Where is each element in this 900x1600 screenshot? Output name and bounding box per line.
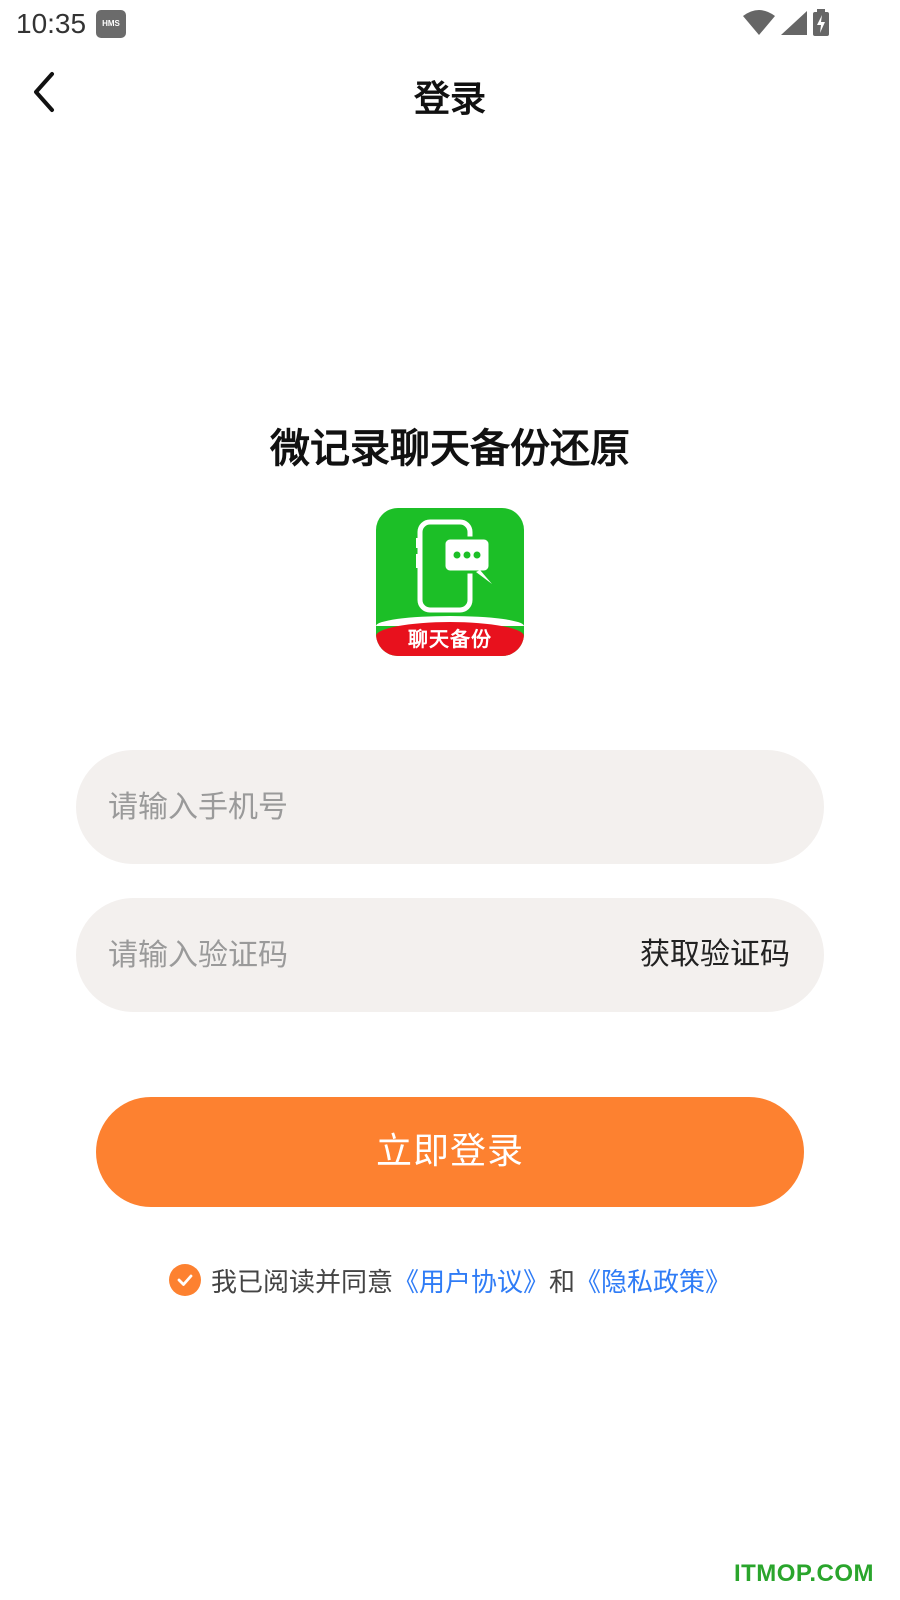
phone-field [76,750,824,864]
verification-code-input[interactable] [108,898,578,1012]
status-bar: 10:35 HMS [0,0,900,48]
get-code-button[interactable]: 获取验证码 [640,898,790,1012]
watermark: ITMOP.COM [733,1560,874,1587]
agreement-prefix: 我已阅读并同意 [210,1267,393,1298]
cellular-signal-icon [781,11,807,35]
app-logo: 聊天备份 [376,508,524,656]
login-button[interactable]: 立即登录 [96,1097,804,1207]
agreement-row: 我已阅读并同意 《用户协议》 和 《隐私政策》 [0,1258,900,1302]
hms-badge: HMS [96,10,126,38]
page-title: 登录 [413,79,486,120]
agree-checkbox[interactable] [168,1264,201,1296]
wifi-icon [743,10,775,35]
code-field: 获取验证码 [76,898,824,1012]
status-time: 10:35 [16,8,87,39]
nav-bar: 登录 [0,56,900,128]
agreement-and: 和 [549,1267,576,1298]
logo-band-label: 聊天备份 [376,622,524,656]
status-icons [742,8,830,38]
user-agreement-link[interactable]: 《用户协议》 [393,1262,549,1299]
checkmark-icon [177,1274,193,1286]
app-name: 微记录聊天备份还原 [270,426,630,472]
battery-charging-icon [813,9,829,36]
phone-input[interactable] [108,750,788,864]
privacy-policy-link[interactable]: 《隐私政策》 [575,1262,731,1299]
